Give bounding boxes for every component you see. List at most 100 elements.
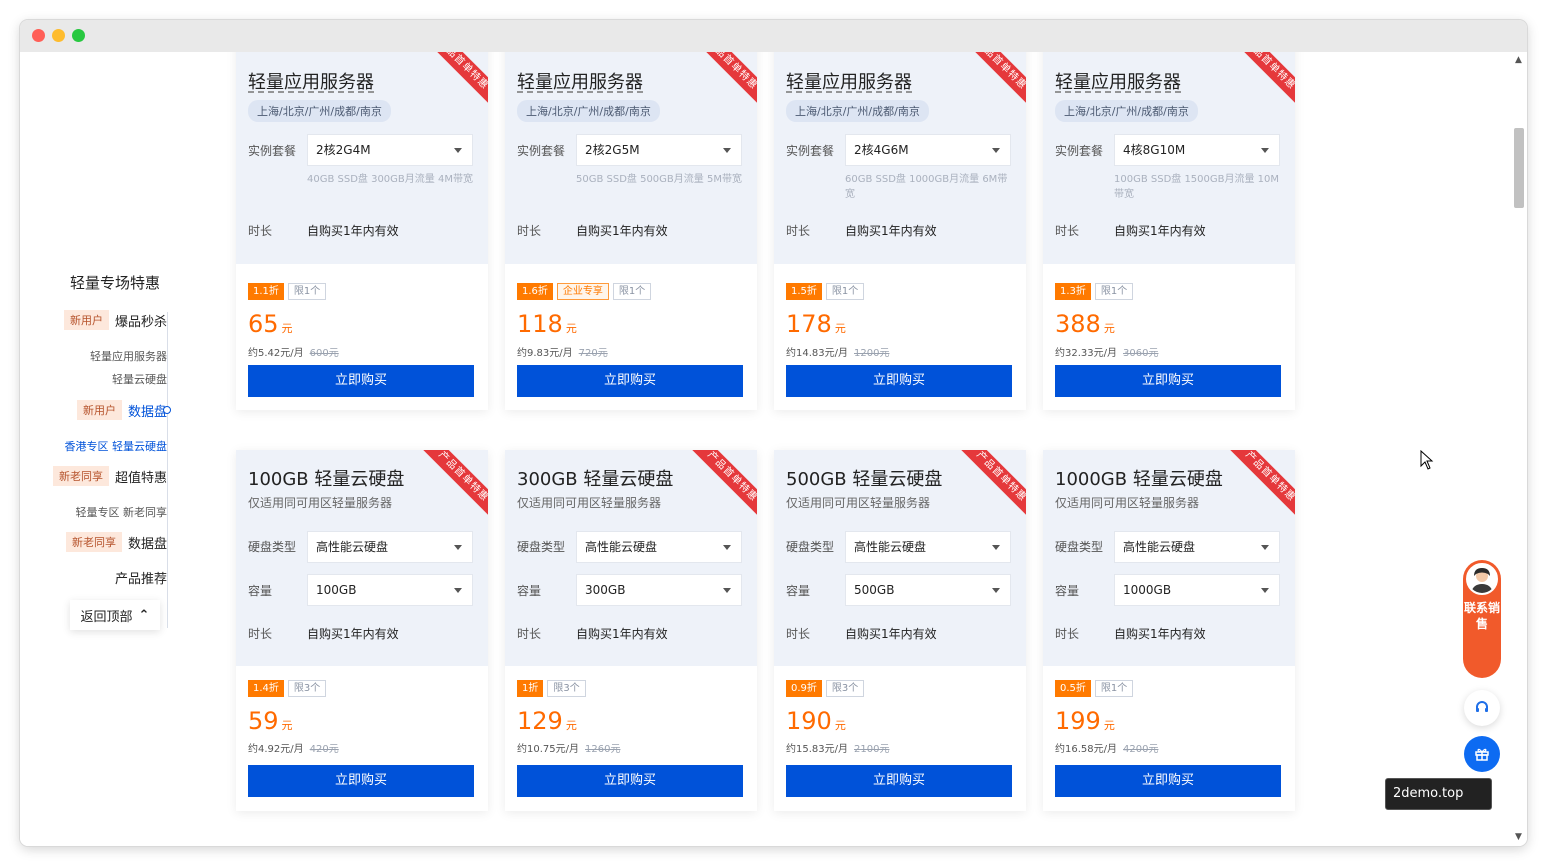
- price: 129 元: [517, 707, 577, 735]
- disk-type-select[interactable]: 高性能云硬盘: [307, 531, 473, 563]
- plan-select[interactable]: 4核8G10M: [1114, 134, 1280, 166]
- side-navigation: 轻量专场特惠 新用户 爆品秒杀 轻量应用服务器 轻量云硬盘 新用户 数据盘 香港…: [20, 52, 180, 846]
- caret-down-icon: [992, 545, 1000, 550]
- nav-item-label: 爆品秒杀: [114, 314, 167, 330]
- capacity-select[interactable]: 500GB: [845, 574, 1011, 606]
- buy-now-button[interactable]: 立即购买: [786, 765, 1012, 797]
- plan-select[interactable]: 2核4G6M: [845, 134, 1011, 166]
- disk-type-value: 高性能云硬盘: [316, 540, 389, 554]
- capacity-select[interactable]: 300GB: [576, 574, 742, 606]
- buy-now-button[interactable]: 立即购买: [517, 365, 743, 397]
- caret-down-icon: [992, 588, 1000, 593]
- enterprise-badge: 企业专享: [556, 283, 609, 300]
- buy-now-button[interactable]: 立即购买: [1055, 765, 1281, 797]
- capacity-select[interactable]: 1000GB: [1114, 574, 1280, 606]
- card-subtitle: 仅适用同可用区轻量服务器: [517, 496, 662, 510]
- maximize-window-button[interactable]: [72, 29, 85, 42]
- price: 388 元: [1055, 310, 1115, 338]
- nav-subitem-shared[interactable]: 轻量专区 新老同享: [76, 504, 168, 520]
- plan-select[interactable]: 2核2G4M: [307, 134, 473, 166]
- card-title[interactable]: 轻量应用服务器: [248, 68, 374, 94]
- limit-badge: 限1个: [1094, 680, 1134, 697]
- disk-type-select[interactable]: 高性能云硬盘: [845, 531, 1011, 563]
- original-price: 2100元: [854, 744, 890, 755]
- disk-type-select[interactable]: 高性能云硬盘: [576, 531, 742, 563]
- buy-now-button[interactable]: 立即购买: [786, 365, 1012, 397]
- plan-spec: 100GB SSD盘 1500GB月流量 10M带宽: [1114, 174, 1280, 200]
- scroll-down-icon[interactable]: ▼: [1515, 833, 1522, 842]
- region-tag: 上海/北京/广州/成都/南京: [1055, 100, 1198, 122]
- disk-type-label: 硬盘类型: [786, 540, 835, 554]
- nav-item-data-disk[interactable]: 新用户 数据盘: [76, 400, 167, 420]
- duration-value: 自购买1年内有效: [1114, 224, 1206, 238]
- nav-badge: 新老同享: [52, 466, 109, 486]
- nav-item-value-deals[interactable]: 新老同享 超值特惠: [52, 466, 167, 486]
- original-price: 1260元: [585, 744, 621, 755]
- card-title[interactable]: 轻量应用服务器: [1055, 68, 1181, 94]
- caret-down-icon: [723, 148, 731, 153]
- caret-down-icon: [1261, 588, 1269, 593]
- original-price: 600元: [309, 348, 339, 359]
- buy-now-button[interactable]: 立即购买: [517, 765, 743, 797]
- nav-item-label: 超值特惠: [114, 470, 167, 486]
- server-card: 产品首单特惠 轻量应用服务器 上海/北京/广州/成都/南京 实例套餐 2核4G6…: [774, 52, 1026, 410]
- discount-badge: 1折: [517, 680, 544, 697]
- badge-group: 0.9折 限3个: [786, 680, 865, 697]
- buy-now-button[interactable]: 立即购买: [248, 765, 474, 797]
- badge-group: 1.4折 限3个: [248, 680, 327, 697]
- capacity-value: 100GB: [316, 583, 357, 597]
- plan-label: 实例套餐: [1055, 144, 1104, 158]
- nav-subitem-server[interactable]: 轻量应用服务器: [90, 348, 167, 364]
- disk-type-label: 硬盘类型: [517, 540, 566, 554]
- card-title[interactable]: 轻量应用服务器: [786, 68, 912, 94]
- card-title: 500GB 轻量云硬盘: [786, 469, 943, 490]
- price: 65 元: [248, 310, 293, 338]
- caret-down-icon: [992, 148, 1000, 153]
- close-window-button[interactable]: [32, 29, 45, 42]
- nav-subitem-label: 轻量云硬盘: [112, 373, 167, 386]
- headset-icon[interactable]: [1464, 690, 1500, 726]
- nav-item-recommend[interactable]: 产品推荐: [115, 568, 167, 587]
- original-price: 720元: [578, 348, 608, 359]
- duration-value: 自购买1年内有效: [576, 627, 668, 641]
- nav-item-shared-disk[interactable]: 新老同享 数据盘: [65, 532, 167, 552]
- duration-label: 时长: [786, 627, 811, 641]
- caret-down-icon: [1261, 545, 1269, 550]
- disk-card: 产品首单特惠 500GB 轻量云硬盘 仅适用同可用区轻量服务器 硬盘类型 高性能…: [774, 450, 1026, 811]
- badge-group: 1.5折 限1个: [786, 283, 865, 300]
- original-price: 1200元: [854, 348, 890, 359]
- badge-group: 0.5折 限1个: [1055, 680, 1134, 697]
- chevron-up-icon: ⌃: [138, 607, 150, 623]
- minimize-window-button[interactable]: [52, 29, 65, 42]
- server-card: 产品首单特惠 轻量应用服务器 上海/北京/广州/成都/南京 实例套餐 2核2G5…: [505, 52, 757, 410]
- nav-subitem-hk-disk[interactable]: 香港专区 轻量云硬盘: [65, 438, 168, 454]
- gift-icon[interactable]: [1464, 736, 1500, 772]
- disk-type-select[interactable]: 高性能云硬盘: [1114, 531, 1280, 563]
- card-title[interactable]: 轻量应用服务器: [517, 68, 643, 94]
- price-per-month: 约10.75元/月 1260元: [517, 744, 621, 755]
- disk-card: 产品首单特惠 300GB 轻量云硬盘 仅适用同可用区轻量服务器 硬盘类型 高性能…: [505, 450, 757, 811]
- back-to-top-button[interactable]: 返回顶部 ⌃: [70, 600, 160, 630]
- browser-window: 轻量专场特惠 新用户 爆品秒杀 轻量应用服务器 轻量云硬盘 新用户 数据盘 香港…: [20, 20, 1527, 846]
- plan-spec: 50GB SSD盘 500GB月流量 5M带宽: [576, 174, 742, 185]
- disk-card: 产品首单特惠 1000GB 轻量云硬盘 仅适用同可用区轻量服务器 硬盘类型 高性…: [1043, 450, 1295, 811]
- plan-select[interactable]: 2核2G5M: [576, 134, 742, 166]
- caret-down-icon: [723, 545, 731, 550]
- capacity-select[interactable]: 100GB: [307, 574, 473, 606]
- caret-down-icon: [454, 148, 462, 153]
- buy-now-button[interactable]: 立即购买: [248, 365, 474, 397]
- nav-item-hot-deals[interactable]: 新用户 爆品秒杀: [63, 310, 167, 330]
- nav-subitem-disk[interactable]: 轻量云硬盘: [112, 371, 167, 387]
- plan-spec: 40GB SSD盘 300GB月流量 4M带宽: [307, 174, 473, 185]
- vertical-scrollbar[interactable]: ▲ ▼: [1511, 52, 1527, 846]
- scroll-up-icon[interactable]: ▲: [1515, 56, 1522, 65]
- caret-down-icon: [1261, 148, 1269, 153]
- server-card: 产品首单特惠 轻量应用服务器 上海/北京/广州/成都/南京 实例套餐 2核2G4…: [236, 52, 488, 410]
- contact-sales-button[interactable]: 联系销售: [1463, 560, 1501, 678]
- duration-label: 时长: [1055, 627, 1080, 641]
- card-subtitle: 仅适用同可用区轻量服务器: [786, 496, 931, 510]
- buy-now-button[interactable]: 立即购买: [1055, 365, 1281, 397]
- discount-badge: 1.6折: [517, 283, 553, 300]
- scrollbar-thumb[interactable]: [1514, 128, 1524, 208]
- nav-badge: 新用户: [63, 310, 109, 330]
